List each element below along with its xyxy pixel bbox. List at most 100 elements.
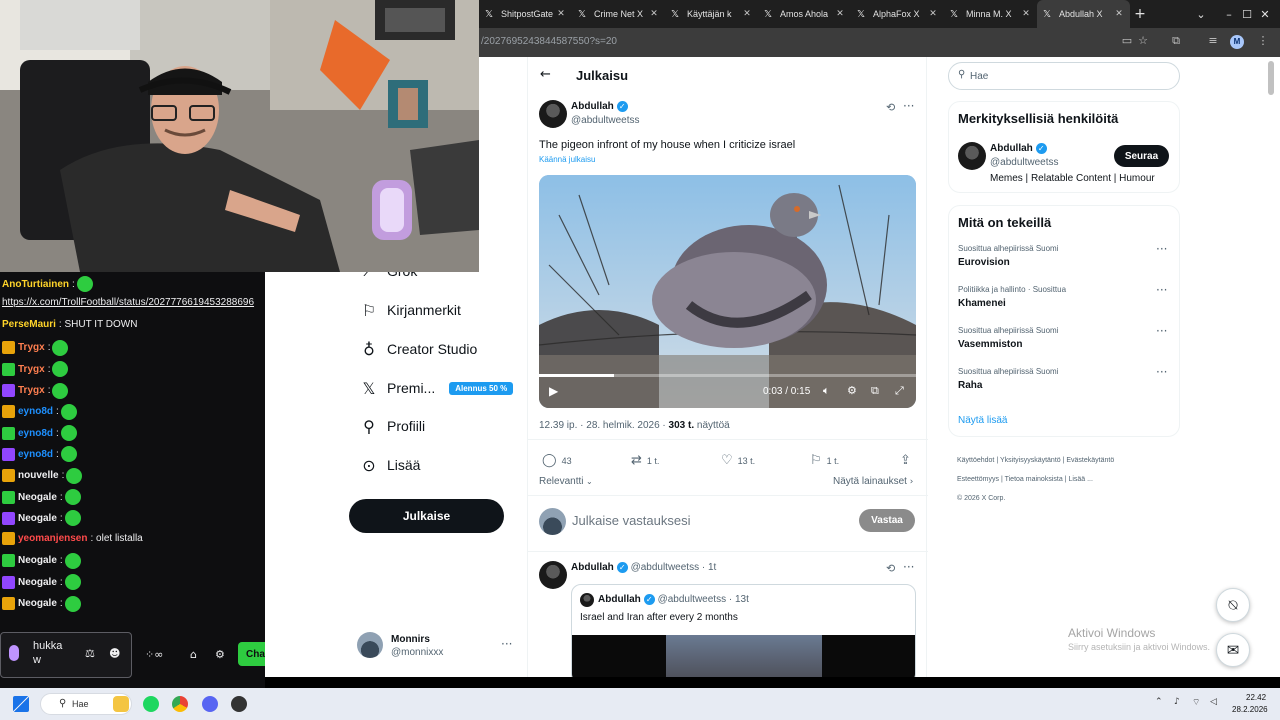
cast-icon[interactable]: ▭ (1119, 34, 1135, 50)
back-arrow-icon[interactable]: ← (540, 67, 551, 82)
trend-item[interactable]: Suosittua alhepiirissä Suomi Vasemmiston ·… (958, 324, 1173, 350)
chat-username[interactable]: AnoTurtiainen (2, 279, 69, 290)
tray-chevron-icon[interactable]: ⌃ (1155, 697, 1163, 707)
volume-tray-icon[interactable]: ◁ (1210, 697, 1217, 707)
grok-floating-icon[interactable]: ⍉ (1216, 588, 1250, 622)
person-avatar[interactable] (958, 142, 986, 170)
chat-username[interactable]: eyno8d (18, 406, 53, 417)
reply-more-icon[interactable]: ··· (903, 560, 914, 574)
account-switcher[interactable]: Monnirs @monnixxx ··· (357, 632, 513, 662)
nav-profile[interactable]: ⚲ Profiili (357, 412, 425, 440)
close-tab-icon[interactable]: ✕ (928, 9, 938, 19)
clock-date[interactable]: 28.2.2026 (1232, 705, 1268, 714)
quoted-post[interactable]: Abdullah ✓ @abdultweetss · 13t Israel and… (571, 584, 916, 677)
author-avatar[interactable] (539, 100, 567, 128)
grok-explain-icon[interactable]: ⟲ (886, 101, 895, 114)
footer-link[interactable]: Evästekäytäntö (1066, 457, 1114, 464)
emote-picker-icon[interactable]: ☻ (109, 647, 120, 660)
chat-text[interactable]: https://x.com/TrollFootball/status/20277… (2, 297, 254, 308)
reply-button[interactable]: Vastaa (859, 509, 915, 532)
nav-creator-studio[interactable]: ♁ Creator Studio (357, 335, 477, 363)
browser-tab[interactable]: 𝕏 ShitpostGate ✕ (479, 0, 572, 28)
footer-link[interactable]: Lisää ... (1068, 476, 1093, 483)
browser-tab[interactable]: 𝕏 Käyttäjän k ✕ (665, 0, 758, 28)
chat-username[interactable]: Neogale (18, 492, 57, 503)
file-explorer-icon[interactable] (113, 696, 129, 712)
play-icon[interactable]: ▶ (549, 384, 558, 398)
show-quotes-link[interactable]: Näytä lainaukset › (833, 476, 913, 487)
browser-profile-avatar[interactable]: M (1230, 35, 1244, 49)
discord-icon[interactable] (202, 696, 218, 712)
search-input[interactable]: Hae (970, 71, 988, 82)
chat-username[interactable]: Trygx (18, 364, 45, 375)
chat-input[interactable]: hukka w ⚖ ☻ (0, 632, 132, 678)
settings-gear-icon[interactable]: ⚙ (847, 384, 857, 397)
person-handle[interactable]: @abdultweetss (990, 157, 1059, 168)
post-more-icon[interactable]: ··· (903, 99, 914, 113)
follow-button[interactable]: Seuraa (1114, 145, 1169, 167)
store-icon[interactable]: ⌂ (190, 648, 197, 661)
footer-link[interactable]: Esteettömyys (957, 476, 999, 483)
footer-link[interactable]: Tietoa mainoksista (1005, 476, 1063, 483)
chat-settings-gear-icon[interactable]: ⚙ (215, 648, 225, 661)
chat-username[interactable]: Neogale (18, 577, 57, 588)
chat-username[interactable]: Trygx (18, 385, 45, 396)
show-more-link[interactable]: Näytä lisää (958, 415, 1007, 426)
close-tab-icon[interactable]: ✕ (742, 9, 752, 19)
microphone-icon[interactable] (9, 645, 19, 661)
trend-more-icon[interactable]: ··· (1156, 242, 1167, 256)
post-button[interactable]: Julkaise (349, 499, 504, 533)
windows-start-icon[interactable] (13, 696, 29, 712)
menu-icon[interactable]: ⋮ (1255, 34, 1271, 50)
channel-points-icon[interactable]: ⁘∞ (145, 648, 163, 661)
search-box[interactable]: ⚲ Hae (948, 62, 1180, 90)
chrome-icon[interactable] (172, 696, 188, 712)
post-video[interactable]: ▶ 0:03 / 0:15 🔈︎ ⚙ ⧉ ⤢ (539, 175, 916, 408)
close-tab-icon[interactable]: ✕ (1021, 9, 1031, 19)
browser-tab[interactable]: 𝕏 AlphaFox X ✕ (851, 0, 944, 28)
account-menu-icon[interactable]: ··· (501, 637, 512, 651)
trend-item[interactable]: Suosittua alhepiirissä Suomi Raha ··· (958, 365, 1173, 391)
chat-username[interactable]: eyno8d (18, 428, 53, 439)
chat-username[interactable]: Neogale (18, 513, 57, 524)
close-tab-icon[interactable]: ✕ (649, 9, 659, 19)
browser-tab[interactable]: 𝕏 Abdullah X ✕ (1037, 0, 1130, 28)
scrollbar-thumb[interactable] (1268, 61, 1274, 95)
like-action[interactable]: ♡ 13 t. (721, 453, 755, 468)
volume-icon[interactable]: 🔈︎ (823, 384, 830, 398)
trend-more-icon[interactable]: ··· (1156, 365, 1167, 379)
reply-author-handle[interactable]: @abdultweetss (631, 562, 700, 573)
author-handle[interactable]: @abdultweetss (571, 115, 640, 126)
picture-in-picture-icon[interactable]: ⧉ (871, 384, 879, 398)
bits-icon[interactable]: ⚖ (85, 647, 95, 660)
obs-icon[interactable] (231, 696, 247, 712)
chat-username[interactable]: yeomanjensen (18, 533, 87, 544)
trend-item[interactable]: Politiikka ja hallinto · Suosittua Khamen… (958, 283, 1173, 309)
spotify-icon[interactable] (143, 696, 159, 712)
new-tab-button[interactable]: + (1130, 6, 1150, 22)
messages-floating-icon[interactable]: ✉ (1216, 633, 1250, 667)
browser-tab[interactable]: 𝕏 Minna M. X ✕ (944, 0, 1037, 28)
video-progress-track[interactable] (539, 374, 916, 377)
chat-username[interactable]: PerseMauri (2, 319, 56, 330)
chat-send-button[interactable]: Cha (238, 642, 265, 666)
reading-list-icon[interactable]: ≡ (1205, 34, 1221, 50)
share-action[interactable]: ⇪ (900, 453, 916, 468)
chat-username[interactable]: Neogale (18, 598, 57, 609)
close-window-icon[interactable]: ✕ (1247, 0, 1280, 28)
close-tab-icon[interactable]: ✕ (835, 9, 845, 19)
close-tab-icon[interactable]: ✕ (556, 9, 566, 19)
close-tab-icon[interactable]: ✕ (1114, 9, 1124, 19)
trend-more-icon[interactable]: ··· (1156, 283, 1167, 297)
nav-bookmarks[interactable]: ⚐ Kirjanmerkit (357, 296, 461, 324)
url-field[interactable]: /2027695243844587550?s=20 (481, 36, 617, 47)
reply-author-name[interactable]: Abdullah (571, 562, 614, 573)
grok-explain-icon[interactable]: ⟲ (886, 562, 895, 575)
chat-input-text[interactable]: hukka w (33, 639, 73, 667)
reply-input[interactable]: Julkaise vastauksesi (572, 513, 691, 528)
clock-time[interactable]: 22.42 (1246, 693, 1266, 702)
trend-item[interactable]: Suosittua alhepiirissä Suomi Eurovision ··… (958, 242, 1173, 268)
chat-username[interactable]: Trygx (18, 342, 45, 353)
bookmark-action[interactable]: ⚐ 1 t. (810, 453, 839, 468)
browser-tab[interactable]: 𝕏 Crime Net X ✕ (572, 0, 665, 28)
